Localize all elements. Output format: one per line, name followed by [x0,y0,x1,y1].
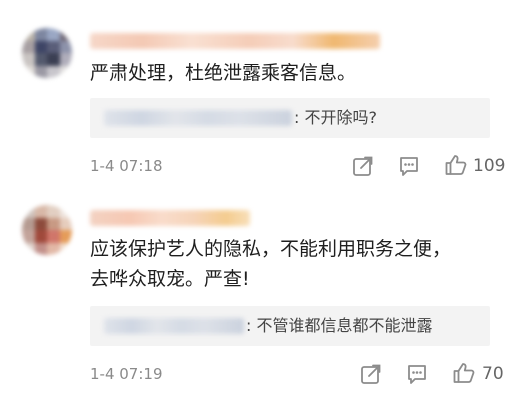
share-icon [353,156,373,176]
share-button[interactable] [360,363,382,385]
like-button[interactable] [452,361,475,383]
comment-text: 严肃处理，杜绝泄露乘客信息。 [90,58,356,88]
timestamp: 1-4 07:19 [90,365,163,383]
reply-preview[interactable]: : 不管谁都信息都不能泄露 [90,306,490,346]
reply-text: : 不管谁都信息都不能泄露 [246,316,433,335]
username[interactable] [90,210,250,226]
comment-item [0,196,520,409]
comment-text: 应该保护艺人的隐私，不能利用职务之便， 去哗众取宠。严查! [90,234,451,294]
comment-text-line: 去哗众取宠。严查! [90,268,250,290]
share-icon [361,364,381,384]
like-icon [445,155,467,175]
comment-text-line: 应该保护艺人的隐私，不能利用职务之便， [90,238,452,260]
timestamp: 1-4 07:18 [90,157,163,175]
like-count: 70 [482,364,504,384]
comment-button[interactable] [398,155,420,177]
comment-icon [408,365,426,384]
avatar[interactable] [22,28,72,78]
like-button[interactable] [444,153,467,175]
reply-text: : 不开除吗? [294,108,377,127]
reply-username[interactable] [104,318,244,334]
username[interactable] [90,33,380,49]
comment-button[interactable] [406,363,428,385]
reply-preview[interactable]: : 不开除吗? [90,98,490,138]
reply-username[interactable] [104,110,292,126]
avatar[interactable] [22,205,72,255]
share-button[interactable] [352,155,374,177]
like-count: 109 [473,156,506,176]
comment-icon [400,157,418,176]
comment-text-line: 严肃处理，杜绝泄露乘客信息。 [90,62,357,84]
like-icon [453,363,475,383]
